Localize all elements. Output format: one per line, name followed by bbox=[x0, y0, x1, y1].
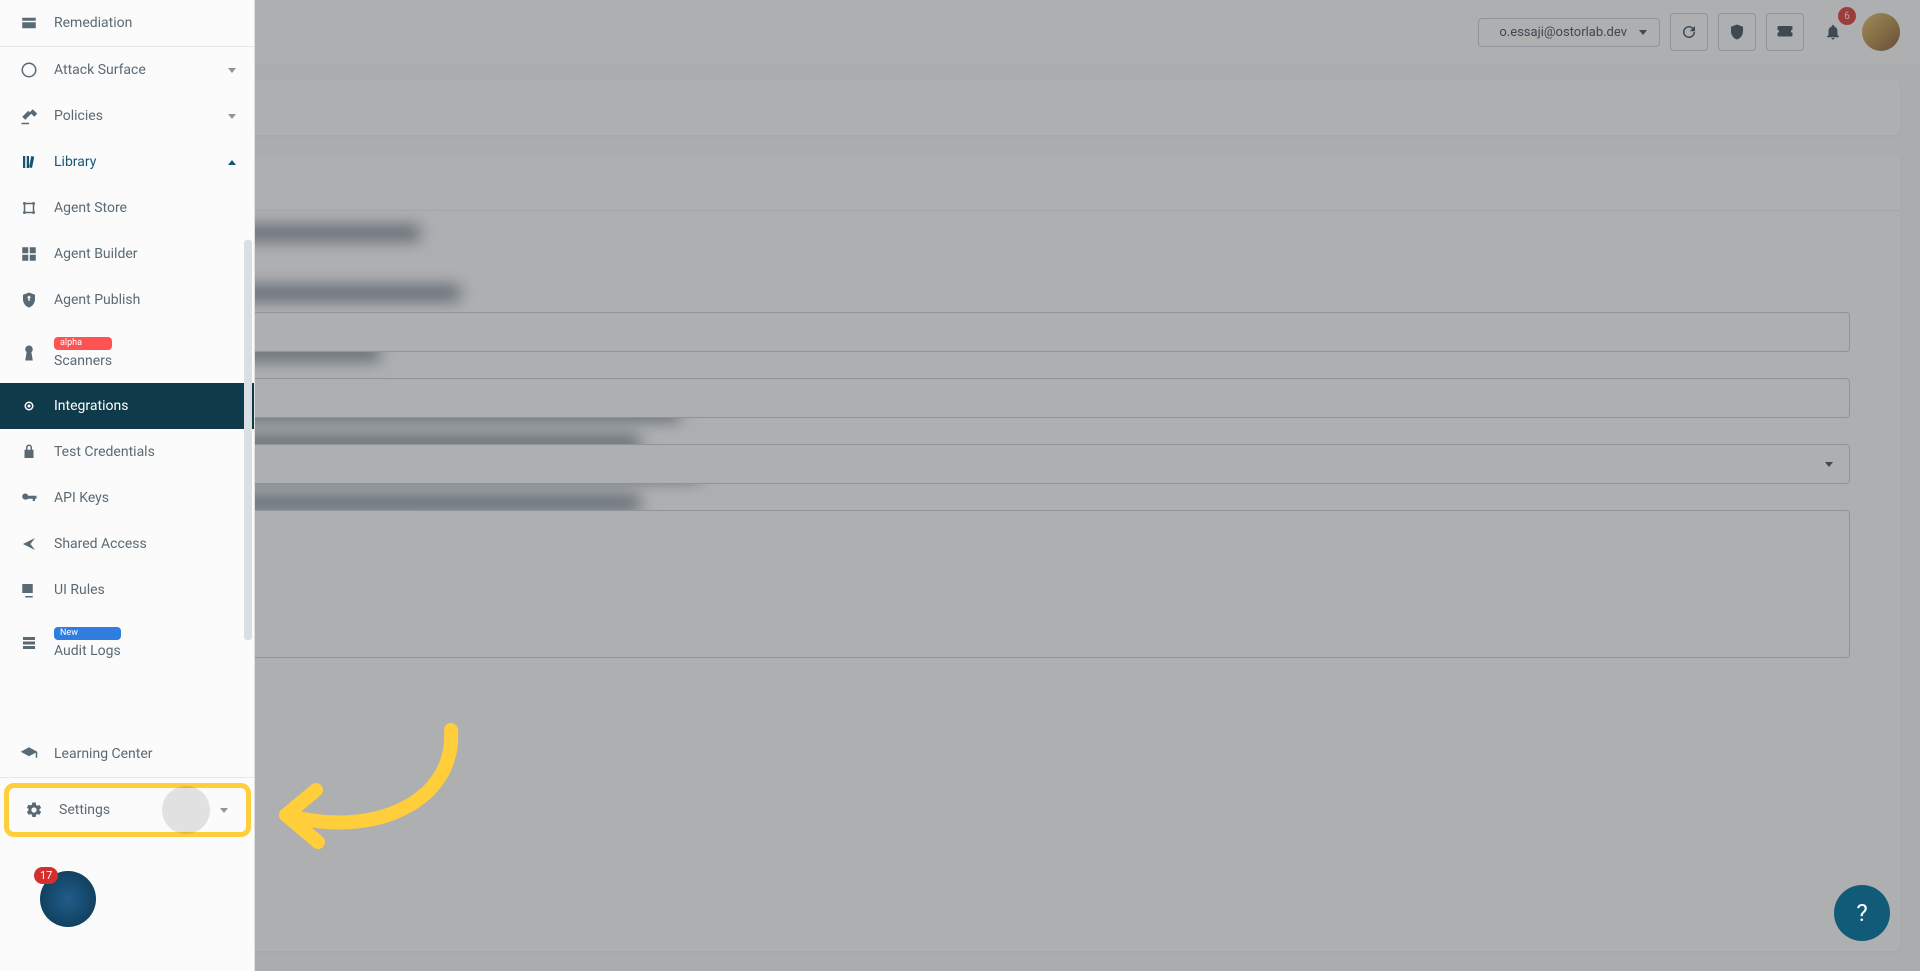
help-fab[interactable]: ? bbox=[1834, 885, 1890, 941]
sidebar-item-label: Test Credentials bbox=[54, 444, 155, 460]
sidebar-item-settings[interactable]: Settings bbox=[9, 788, 246, 832]
library-icon bbox=[18, 153, 40, 171]
sidebar-item-library[interactable]: Library bbox=[0, 139, 254, 185]
globe-icon bbox=[18, 61, 40, 79]
store-icon bbox=[18, 199, 40, 217]
recorder-count: 17 bbox=[34, 867, 58, 884]
scanner-icon bbox=[18, 344, 40, 362]
sidebar-item-scanners[interactable]: alpha Scanners bbox=[0, 323, 254, 383]
sidebar-item-test-credentials[interactable]: Test Credentials bbox=[0, 429, 254, 475]
sidebar-item-audit-logs[interactable]: New Audit Logs bbox=[0, 613, 254, 673]
sidebar-item-label: Agent Publish bbox=[54, 292, 140, 308]
builder-icon bbox=[18, 245, 40, 263]
sidebar-item-label: Learning Center bbox=[54, 746, 153, 762]
key-icon bbox=[18, 489, 40, 507]
sidebar-item-label: Attack Surface bbox=[54, 62, 146, 78]
sidebar-item-remediation[interactable]: Remediation bbox=[0, 0, 254, 46]
sidebar-item-label: Integrations bbox=[54, 398, 128, 414]
modal-overlay bbox=[0, 0, 1920, 971]
sidebar-item-label: Agent Store bbox=[54, 200, 127, 216]
caret-up-icon bbox=[228, 160, 236, 165]
session-recorder[interactable]: 17 bbox=[40, 871, 96, 927]
audit-icon bbox=[18, 634, 40, 652]
highlight-settings: Settings bbox=[4, 783, 251, 837]
sidebar-item-agent-builder[interactable]: Agent Builder bbox=[0, 231, 254, 277]
sidebar-item-agent-publish[interactable]: Agent Publish bbox=[0, 277, 254, 323]
sidebar-item-label: UI Rules bbox=[54, 582, 105, 598]
lock-icon bbox=[18, 443, 40, 461]
sidebar-item-label: API Keys bbox=[54, 490, 109, 506]
sidebar-item-attack-surface[interactable]: Attack Surface bbox=[0, 47, 254, 93]
publish-icon bbox=[18, 291, 40, 309]
sidebar-item-integrations[interactable]: Integrations bbox=[0, 383, 254, 429]
sidebar-item-label: Library bbox=[54, 154, 96, 170]
sidebar-item-label: Remediation bbox=[54, 15, 132, 31]
sidebar-item-learning-center[interactable]: Learning Center bbox=[0, 731, 254, 777]
remediation-icon bbox=[18, 14, 40, 32]
sidebar-item-label: Agent Builder bbox=[54, 246, 138, 262]
sidebar-item-label: Settings bbox=[59, 802, 110, 818]
caret-down-icon bbox=[228, 68, 236, 73]
sidebar-item-agent-store[interactable]: Agent Store bbox=[0, 185, 254, 231]
caret-down-icon bbox=[220, 808, 228, 813]
sidebar-item-policies[interactable]: Policies bbox=[0, 93, 254, 139]
ripple-effect bbox=[162, 786, 210, 834]
sidebar-item-label: Policies bbox=[54, 108, 103, 124]
graduation-icon bbox=[18, 745, 40, 763]
sidebar-item-label: Scanners bbox=[54, 353, 112, 369]
help-label: ? bbox=[1856, 899, 1867, 927]
sidebar-item-api-keys[interactable]: API Keys bbox=[0, 475, 254, 521]
gavel-icon bbox=[18, 107, 40, 125]
gear-icon bbox=[23, 801, 45, 819]
alpha-badge: alpha bbox=[54, 337, 112, 350]
sidebar-item-label: Shared Access bbox=[54, 536, 147, 552]
caret-down-icon bbox=[228, 114, 236, 119]
sidebar-item-ui-rules[interactable]: UI Rules bbox=[0, 567, 254, 613]
sidebar-item-shared-access[interactable]: Shared Access bbox=[0, 521, 254, 567]
sidebar-item-label: Audit Logs bbox=[54, 643, 121, 659]
scrollbar-thumb[interactable] bbox=[244, 240, 252, 640]
share-icon bbox=[18, 535, 40, 553]
new-badge: New bbox=[54, 627, 121, 640]
rules-icon bbox=[18, 581, 40, 599]
integrations-icon bbox=[18, 397, 40, 415]
